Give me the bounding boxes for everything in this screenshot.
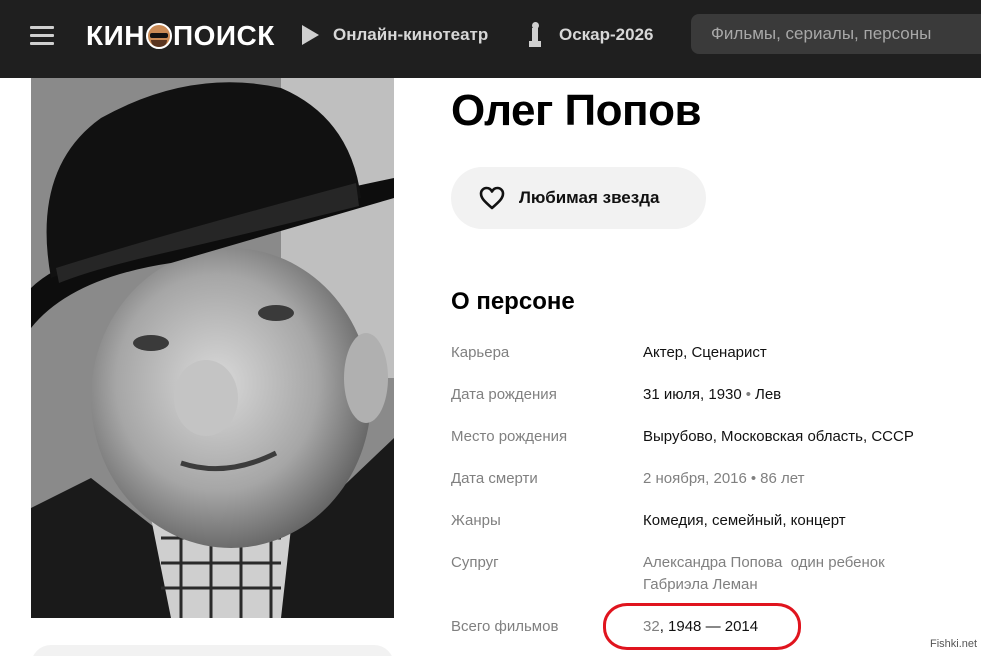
- spouse-note: один ребенок: [790, 554, 885, 571]
- person-photo: [31, 78, 394, 618]
- death-date-value: 2 ноября, 2016: [643, 470, 747, 487]
- top-header: КИН ПОИСК Онлайн-кинотеатр Оскар-2026: [0, 0, 981, 78]
- red-highlight-annotation: [603, 603, 801, 650]
- spouse-link-2[interactable]: Габриэла Леман: [643, 576, 758, 593]
- info-key: Карьера: [451, 344, 510, 361]
- info-key: Супруг: [451, 554, 499, 571]
- info-key: Место рождения: [451, 428, 568, 445]
- watermark: Fishki.net: [930, 638, 978, 650]
- logo-face-icon: [145, 23, 172, 49]
- search-input[interactable]: [691, 14, 981, 54]
- kinopoisk-logo[interactable]: КИН ПОИСК: [86, 18, 275, 54]
- info-key: Всего фильмов: [451, 618, 559, 635]
- person-name: Олег Попов: [451, 86, 702, 135]
- info-value[interactable]: Актер, Сценарист: [643, 342, 767, 364]
- info-value[interactable]: Вырубово, Московская область, СССР: [643, 426, 914, 448]
- logo-text-left: КИН: [86, 20, 145, 51]
- info-value[interactable]: Комедия, семейный, концерт: [643, 510, 846, 532]
- nav-oscar[interactable]: Оскар-2026: [528, 22, 654, 48]
- favorite-star-button[interactable]: Любимая звезда: [451, 167, 706, 229]
- info-key: Дата смерти: [451, 470, 538, 487]
- about-section-title: О персоне: [451, 288, 575, 315]
- zodiac-link[interactable]: Лев: [755, 386, 781, 403]
- age-value: 86 лет: [760, 470, 805, 487]
- favorite-star-label: Любимая звезда: [519, 188, 660, 207]
- spouse-link[interactable]: Александра Попова: [643, 554, 782, 571]
- menu-icon[interactable]: [30, 26, 54, 46]
- heart-icon: [479, 186, 505, 210]
- under-photo-button[interactable]: [31, 645, 394, 656]
- birth-date-link[interactable]: 31 июля, 1930: [643, 386, 742, 403]
- oscar-statuette-icon: [528, 22, 542, 48]
- nav-online-cinema[interactable]: Онлайн-кинотеатр: [302, 22, 488, 48]
- info-key: Дата рождения: [451, 386, 557, 403]
- info-key: Жанры: [451, 512, 501, 529]
- logo-text-right: ПОИСК: [172, 20, 275, 51]
- nav-oscar-label: Оскар-2026: [559, 25, 654, 44]
- play-icon: [302, 25, 319, 45]
- nav-online-cinema-label: Онлайн-кинотеатр: [333, 25, 489, 44]
